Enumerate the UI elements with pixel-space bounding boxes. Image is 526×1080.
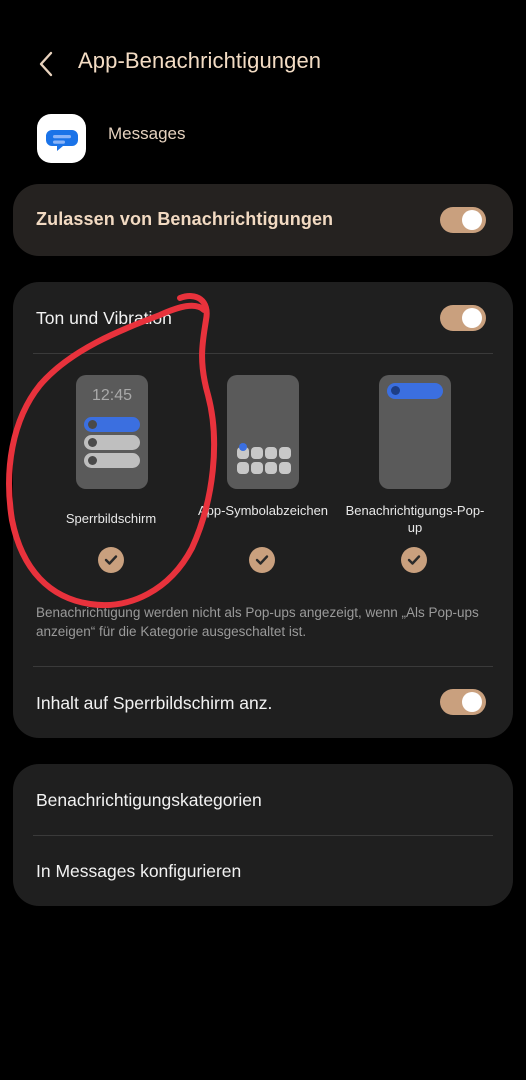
red-annotation-circle [6,293,218,608]
